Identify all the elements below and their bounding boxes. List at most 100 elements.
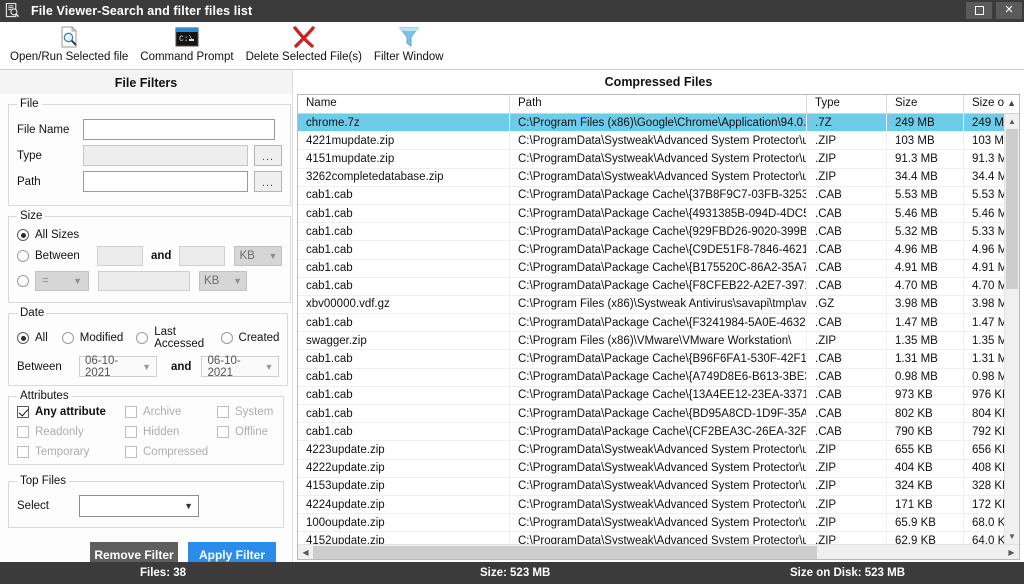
compare-size-input[interactable] bbox=[98, 271, 190, 291]
temporary-checkbox[interactable] bbox=[17, 446, 29, 458]
vertical-scrollbar[interactable]: ▲ ▼ bbox=[1004, 114, 1019, 544]
cell-path: C:\ProgramData\Systweak\Advanced System … bbox=[510, 150, 807, 168]
table-row[interactable]: cab1.cab C:\ProgramData\Package Cache\{A7… bbox=[298, 368, 1019, 387]
table-row[interactable]: cab1.cab C:\ProgramData\Package Cache\{C9… bbox=[298, 241, 1019, 260]
all-sizes-row[interactable]: All Sizes bbox=[17, 229, 282, 241]
scroll-left-icon[interactable]: ◀ bbox=[298, 548, 313, 557]
close-button[interactable]: ✕ bbox=[996, 2, 1022, 19]
size-from-input[interactable] bbox=[97, 246, 143, 266]
cell-type: .ZIP bbox=[807, 495, 887, 514]
table-row[interactable]: cab1.cab C:\ProgramData\Package Cache\{F8… bbox=[298, 277, 1019, 296]
attribute-any-attribute[interactable]: Any attribute bbox=[17, 406, 125, 418]
all-sizes-radio[interactable] bbox=[17, 229, 29, 241]
panel-title: File Filters bbox=[0, 70, 292, 94]
table-row[interactable]: cab1.cab C:\ProgramData\Package Cache\{13… bbox=[298, 386, 1019, 405]
table-row[interactable]: 4151mupdate.zip C:\ProgramData\Systweak\A… bbox=[298, 150, 1019, 169]
table-row[interactable]: cab1.cab C:\ProgramData\Package Cache\{37… bbox=[298, 186, 1019, 205]
scroll-up-icon[interactable]: ▲ bbox=[1005, 114, 1019, 129]
command-prompt-button[interactable]: C:\ Command Prompt bbox=[134, 22, 239, 63]
type-browse-button[interactable]: ... bbox=[254, 145, 282, 166]
attribute-label: Archive bbox=[143, 406, 182, 418]
any-attribute-checkbox[interactable] bbox=[17, 406, 29, 418]
size-to-input[interactable] bbox=[179, 246, 226, 266]
cell-size: 65.9 KB bbox=[887, 514, 964, 532]
path-input[interactable] bbox=[83, 171, 248, 192]
cell-name: 100oupdate.zip bbox=[298, 514, 510, 532]
table-row[interactable]: cab1.cab C:\ProgramData\Package Cache\{F3… bbox=[298, 314, 1019, 333]
chevron-down-icon: ▼ bbox=[268, 251, 278, 261]
system-checkbox[interactable] bbox=[217, 406, 229, 418]
date-option-last-accessed-radio[interactable] bbox=[136, 332, 149, 344]
cell-type: .CAB bbox=[807, 314, 887, 332]
table-row[interactable]: 100oupdate.zip C:\ProgramData\Systweak\Ad… bbox=[298, 514, 1019, 533]
type-input[interactable] bbox=[83, 145, 248, 166]
cell-name: 4222update.zip bbox=[298, 459, 510, 477]
file-name-row: File Name bbox=[17, 119, 282, 140]
archive-checkbox[interactable] bbox=[125, 406, 137, 418]
list-title: Compressed Files bbox=[293, 70, 1024, 94]
table-row[interactable]: cab1.cab C:\ProgramData\Package Cache\{49… bbox=[298, 204, 1019, 224]
attribute-hidden[interactable]: Hidden bbox=[125, 426, 217, 438]
open-run-selected-file-button[interactable]: Open/Run Selected file bbox=[4, 22, 134, 63]
cell-path: C:\ProgramData\Package Cache\{BD95A8CD-1… bbox=[510, 405, 807, 423]
compare-size-radio[interactable] bbox=[17, 275, 29, 287]
between-size-radio[interactable] bbox=[17, 250, 29, 262]
vertical-scroll-thumb[interactable] bbox=[1006, 129, 1018, 289]
table-row[interactable]: 4222update.zip C:\ProgramData\Systweak\Ad… bbox=[298, 459, 1019, 478]
horizontal-scroll-track[interactable] bbox=[313, 545, 1004, 559]
attribute-temporary[interactable]: Temporary bbox=[17, 446, 125, 458]
grid-header: Name Path Type Size Size o ▲ bbox=[298, 95, 1019, 114]
table-row[interactable]: cab1.cab C:\ProgramData\Package Cache\{CF… bbox=[298, 423, 1019, 442]
size-unit-select[interactable]: KB ▼ bbox=[234, 246, 283, 266]
horizontal-scroll-thumb[interactable] bbox=[313, 545, 818, 559]
file-name-input[interactable] bbox=[83, 119, 275, 140]
offline-checkbox[interactable] bbox=[217, 426, 229, 438]
maximize-button[interactable] bbox=[966, 2, 992, 19]
attribute-archive[interactable]: Archive bbox=[125, 406, 217, 418]
table-row[interactable]: 4152update.zip C:\ProgramData\Systweak\Ad… bbox=[298, 532, 1019, 544]
attribute-offline[interactable]: Offline bbox=[217, 426, 275, 438]
table-row[interactable]: swagger.zip C:\Program Files (x86)\VMware… bbox=[298, 332, 1019, 351]
table-row[interactable]: cab1.cab C:\ProgramData\Package Cache\{B9… bbox=[298, 350, 1019, 369]
date-option-all-radio[interactable] bbox=[17, 332, 29, 344]
attribute-system[interactable]: System bbox=[217, 406, 275, 418]
column-header-size-on-disk[interactable]: Size o bbox=[964, 95, 1013, 113]
hidden-checkbox[interactable] bbox=[125, 426, 137, 438]
cell-name: 4152update.zip bbox=[298, 532, 510, 544]
size-operator-select[interactable]: = ▼ bbox=[35, 271, 89, 291]
filter-window-button[interactable]: Filter Window bbox=[368, 22, 450, 63]
table-row[interactable]: xbv00000.vdf.gz C:\Program Files (x86)\Sy… bbox=[298, 295, 1019, 315]
date-option-created-radio[interactable] bbox=[220, 332, 233, 344]
table-row[interactable]: 4223update.zip C:\ProgramData\Systweak\Ad… bbox=[298, 441, 1019, 460]
all-sizes-label: All Sizes bbox=[35, 229, 80, 241]
scroll-down-icon[interactable]: ▼ bbox=[1005, 529, 1019, 544]
delete-selected-files-button[interactable]: Delete Selected File(s) bbox=[240, 22, 368, 63]
table-row[interactable]: 4153update.zip C:\ProgramData\Systweak\Ad… bbox=[298, 477, 1019, 496]
readonly-checkbox[interactable] bbox=[17, 426, 29, 438]
top-files-select[interactable]: ▼ bbox=[79, 495, 199, 517]
cell-name: cab1.cab bbox=[298, 368, 510, 386]
table-row[interactable]: chrome.7z C:\Program Files (x86)\Google\C… bbox=[298, 114, 1019, 133]
column-header-size[interactable]: Size bbox=[887, 95, 964, 113]
table-row[interactable]: cab1.cab C:\ProgramData\Package Cache\{B1… bbox=[298, 259, 1019, 278]
horizontal-scrollbar[interactable]: ◀ ▶ bbox=[298, 544, 1019, 559]
cell-path: C:\ProgramData\Systweak\Advanced System … bbox=[510, 132, 807, 150]
path-browse-button[interactable]: ... bbox=[254, 171, 282, 192]
date-to-picker[interactable]: 06-10-2021 ▼ bbox=[201, 355, 280, 379]
size-operator-value: = bbox=[42, 275, 49, 287]
attribute-compressed[interactable]: Compressed bbox=[125, 446, 217, 458]
table-row[interactable]: 4221mupdate.zip C:\ProgramData\Systweak\A… bbox=[298, 132, 1019, 151]
table-row[interactable]: cab1.cab C:\ProgramData\Package Cache\{BD… bbox=[298, 405, 1019, 424]
attribute-readonly[interactable]: Readonly bbox=[17, 426, 125, 438]
compressed-checkbox[interactable] bbox=[125, 446, 137, 458]
scroll-right-icon[interactable]: ▶ bbox=[1004, 548, 1019, 557]
table-row[interactable]: cab1.cab C:\ProgramData\Package Cache\{92… bbox=[298, 223, 1019, 242]
date-from-picker[interactable]: 06-10-2021 ▼ bbox=[79, 355, 157, 379]
table-row[interactable]: 4224update.zip C:\ProgramData\Systweak\Ad… bbox=[298, 495, 1019, 515]
compare-unit-select[interactable]: KB ▼ bbox=[199, 271, 247, 291]
column-header-name[interactable]: Name bbox=[298, 95, 510, 113]
column-header-type[interactable]: Type bbox=[807, 95, 887, 113]
date-option-modified-radio[interactable] bbox=[61, 332, 74, 344]
table-row[interactable]: 3262completedatabase.zip C:\ProgramData\S… bbox=[298, 168, 1019, 187]
column-header-path[interactable]: Path bbox=[510, 95, 807, 113]
